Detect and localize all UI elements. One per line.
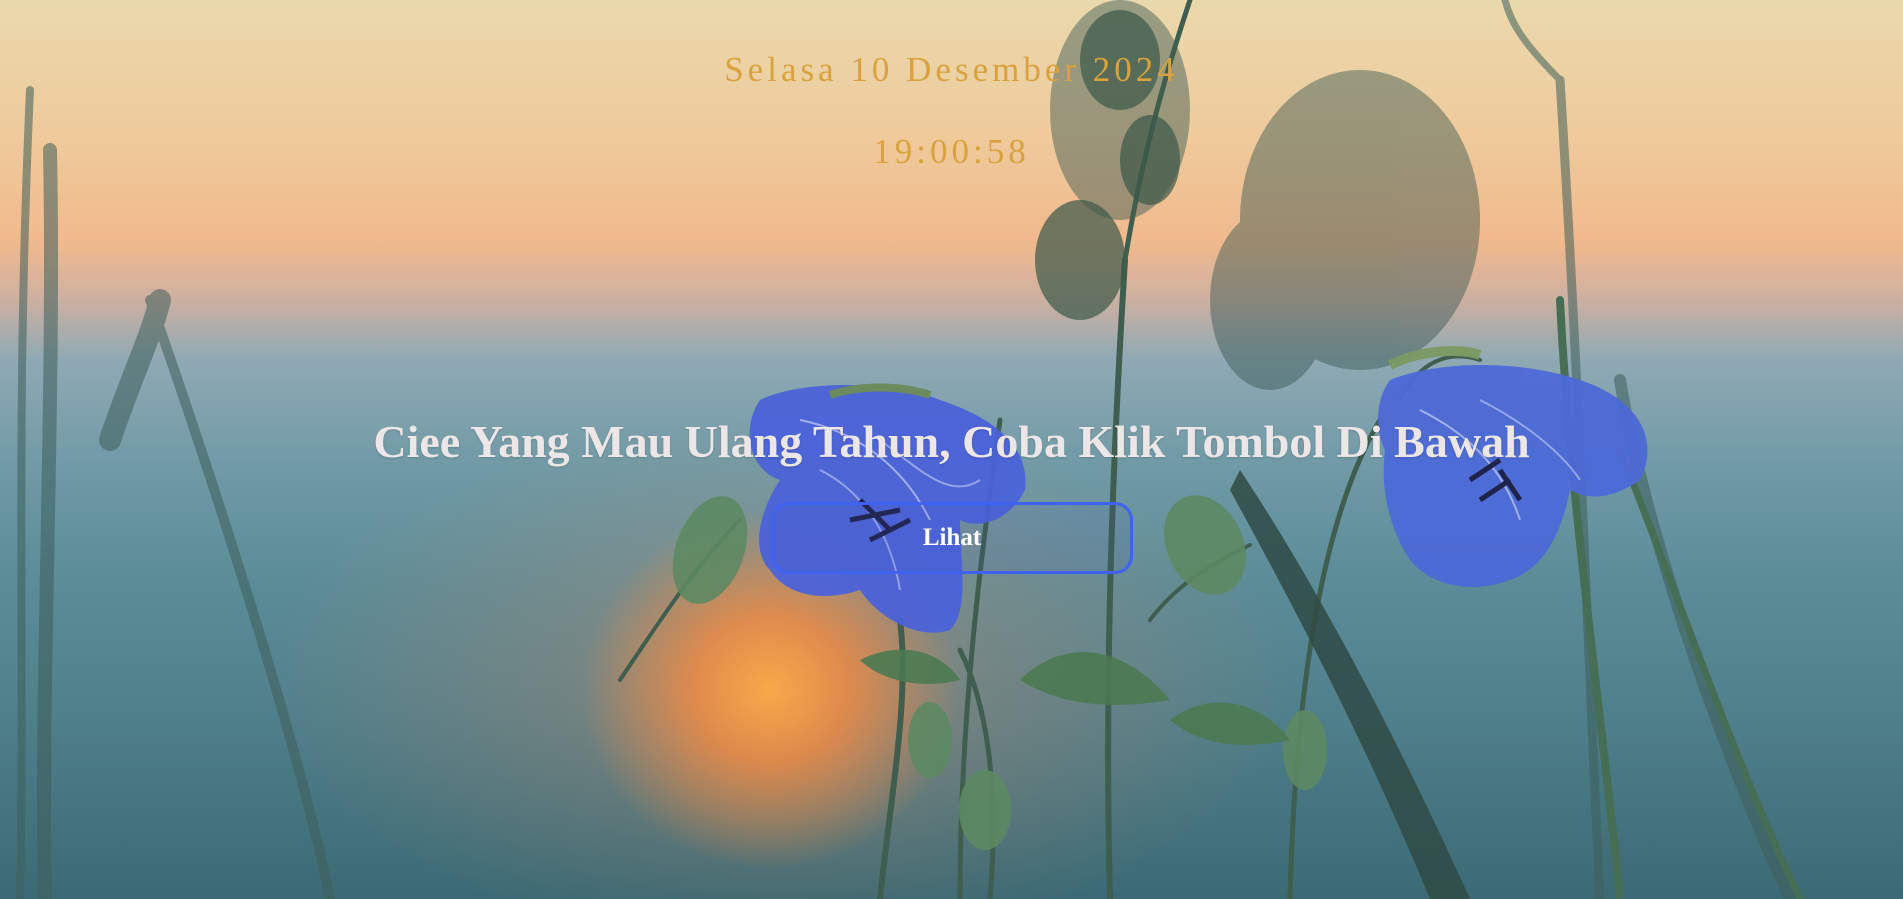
clock-display: 19:00:58 [873,132,1030,171]
lihat-button[interactable]: Lihat [771,502,1133,574]
date-display: Selasa 10 Desember 2024 [724,50,1179,89]
lihat-button-label: Lihat [922,524,982,551]
birthday-headline: Ciee Yang Mau Ulang Tahun, Coba Klik Tom… [373,416,1530,467]
